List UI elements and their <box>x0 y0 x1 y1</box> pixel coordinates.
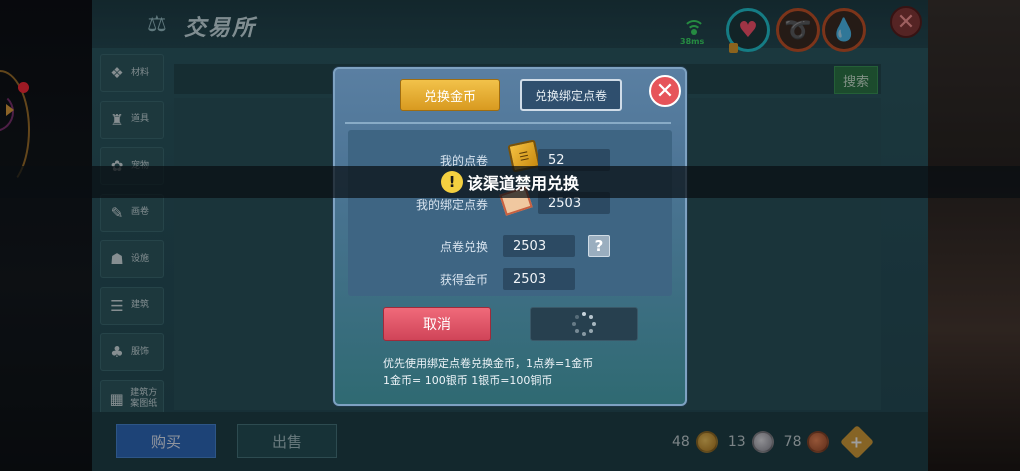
note-line: 1金币= 100银币 1银币=100铜币 <box>383 374 553 387</box>
exchange-info-panel: 我的点卷 ☰ 52 我的绑定点券 2503 点卷兑换 2503 ? 获得金币 2… <box>348 130 672 296</box>
gain-coins-value: 2503 <box>503 268 575 290</box>
help-icon[interactable]: ? <box>588 235 610 257</box>
toast-message: ! 该渠道禁用兑换 <box>0 166 1020 198</box>
note-line: 优先使用绑定点卷兑换金币，1点券=1金币 <box>383 357 594 370</box>
exchange-coins-dialog: 兑换金币 兑换绑定点卷 ✕ 我的点卷 ☰ 52 我的绑定点券 2503 点卷兑换… <box>333 67 687 406</box>
tab-exchange-coins[interactable]: 兑换金币 <box>400 79 500 111</box>
loading-spinner-icon <box>572 312 596 336</box>
confirm-exchange-button[interactable] <box>530 307 638 341</box>
exchange-amount-label: 点卷兑换 <box>439 240 488 254</box>
tab-exchange-bound-points[interactable]: 兑换绑定点卷 <box>520 79 622 111</box>
warning-icon: ! <box>440 171 463 193</box>
divider <box>345 122 671 124</box>
exchange-amount-field[interactable]: 2503 <box>503 235 575 257</box>
toast-text: 该渠道禁用兑换 <box>466 174 579 193</box>
exchange-note: 优先使用绑定点卷兑换金币，1点券=1金币 1金币= 100银币 1银币=100铜… <box>383 355 593 389</box>
cancel-button[interactable]: 取消 <box>383 307 491 341</box>
bound-points-label: 我的绑定点券 <box>415 198 488 212</box>
gain-coins-label: 获得金币 <box>439 273 488 287</box>
close-icon[interactable]: ✕ <box>649 75 681 107</box>
